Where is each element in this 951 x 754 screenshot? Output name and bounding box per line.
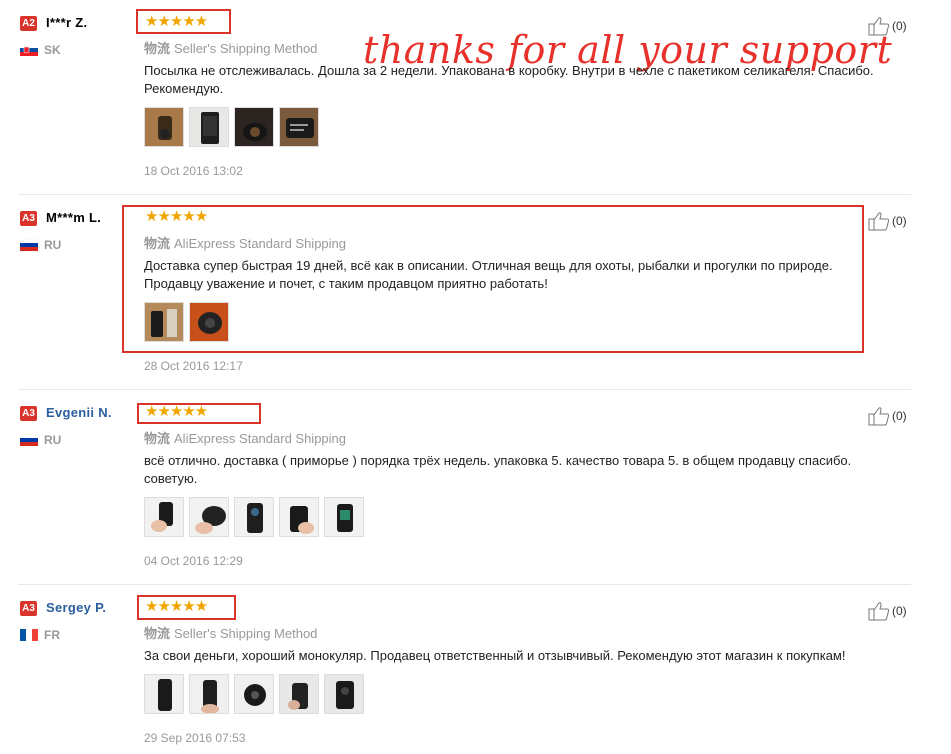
buyer-level-badge: A2 [20, 16, 37, 31]
reviewer-name: I***r Z. [46, 15, 88, 30]
review-photo-thumbnail[interactable] [279, 497, 319, 537]
flag-fr-icon [20, 629, 38, 641]
highlight-box [137, 595, 236, 620]
review-photo-thumbnail[interactable] [144, 302, 184, 342]
thumbs-up-icon [868, 407, 890, 426]
review-photo-thumbnail[interactable] [189, 302, 229, 342]
thumbs-up-icon [868, 602, 890, 621]
review-item: A2 I***r Z. SK ★★★★★ 物流 Seller's Shipping… [0, 0, 951, 195]
review-photo-thumbnail[interactable] [279, 107, 319, 147]
flag-ru-icon [20, 434, 38, 446]
thumbs-up-icon [868, 17, 890, 36]
review-photo-thumbnail[interactable] [189, 497, 229, 537]
review-photo-thumbnail[interactable] [234, 497, 274, 537]
review-photo-thumbnail[interactable] [234, 107, 274, 147]
reviewer-country: FR [44, 628, 60, 642]
review-photo-thumbnail[interactable] [324, 674, 364, 714]
helpful-button[interactable]: (0) [868, 211, 907, 231]
thumbs-up-icon [868, 212, 890, 231]
review-photo-thumbnail[interactable] [189, 674, 229, 714]
helpful-button[interactable]: (0) [868, 16, 907, 36]
reviewer-country: SK [44, 43, 61, 57]
review-item: A3 Evgenii N. RU ★★★★★ 物流 AliExpress Stan… [0, 390, 951, 585]
shipping-method: 物流 Seller's Shipping Method [144, 41, 318, 56]
review-item: A3 M***m L. RU ★★★★★ 物流 AliExpress Standa… [0, 195, 951, 390]
highlight-box [137, 403, 261, 424]
review-photo-thumbnail[interactable] [324, 497, 364, 537]
shipping-method: 物流 AliExpress Standard Shipping [144, 431, 347, 446]
review-photo-thumbnail[interactable] [144, 107, 184, 147]
review-text: Доставка супер быстрая 19 дней, всё как … [144, 258, 833, 291]
review-item: A3 Sergey P. FR ★★★★★ 物流 Seller's Shippin… [0, 585, 951, 754]
review-photo-thumbnail[interactable] [144, 497, 184, 537]
review-text: всё отлично. доставка ( приморье ) поряд… [144, 453, 852, 486]
buyer-level-badge: A3 [20, 406, 37, 421]
review-text: Посылка не отслеживалась. Дошла за 2 нед… [144, 63, 874, 96]
helpful-button[interactable]: (0) [868, 601, 907, 621]
review-photos [144, 302, 234, 344]
review-text: За свои деньги, хороший монокуляр. Прода… [144, 648, 846, 663]
feedback-list: thanks for all your support A2 I***r Z. … [0, 0, 951, 754]
review-date: 28 Oct 2016 12:17 [144, 359, 243, 373]
reviewer-country: RU [44, 238, 62, 252]
helpful-count: (0) [892, 604, 907, 618]
review-date: 29 Sep 2016 07:53 [144, 731, 246, 745]
review-photo-thumbnail[interactable] [279, 674, 319, 714]
highlight-box [136, 9, 231, 34]
buyer-level-badge: A3 [20, 211, 37, 226]
review-date: 18 Oct 2016 13:02 [144, 164, 243, 178]
reviewer-country: RU [44, 433, 62, 447]
review-photo-thumbnail[interactable] [144, 674, 184, 714]
review-date: 04 Oct 2016 12:29 [144, 554, 243, 568]
review-photos [144, 674, 369, 716]
buyer-level-badge: A3 [20, 601, 37, 616]
review-photo-thumbnail[interactable] [234, 674, 274, 714]
helpful-count: (0) [892, 214, 907, 228]
review-photos [144, 497, 369, 539]
helpful-button[interactable]: (0) [868, 406, 907, 426]
reviewer-name-link[interactable]: Sergey P. [46, 600, 106, 615]
reviewer-name: M***m L. [46, 210, 102, 225]
helpful-count: (0) [892, 409, 907, 423]
shipping-method: 物流 AliExpress Standard Shipping [144, 236, 347, 251]
shipping-method: 物流 Seller's Shipping Method [144, 626, 318, 641]
helpful-count: (0) [892, 19, 907, 33]
review-photos [144, 107, 324, 149]
reviewer-name-link[interactable]: Evgenii N. [46, 405, 112, 420]
review-photo-thumbnail[interactable] [189, 107, 229, 147]
flag-sk-icon [20, 44, 38, 56]
flag-ru-icon [20, 239, 38, 251]
